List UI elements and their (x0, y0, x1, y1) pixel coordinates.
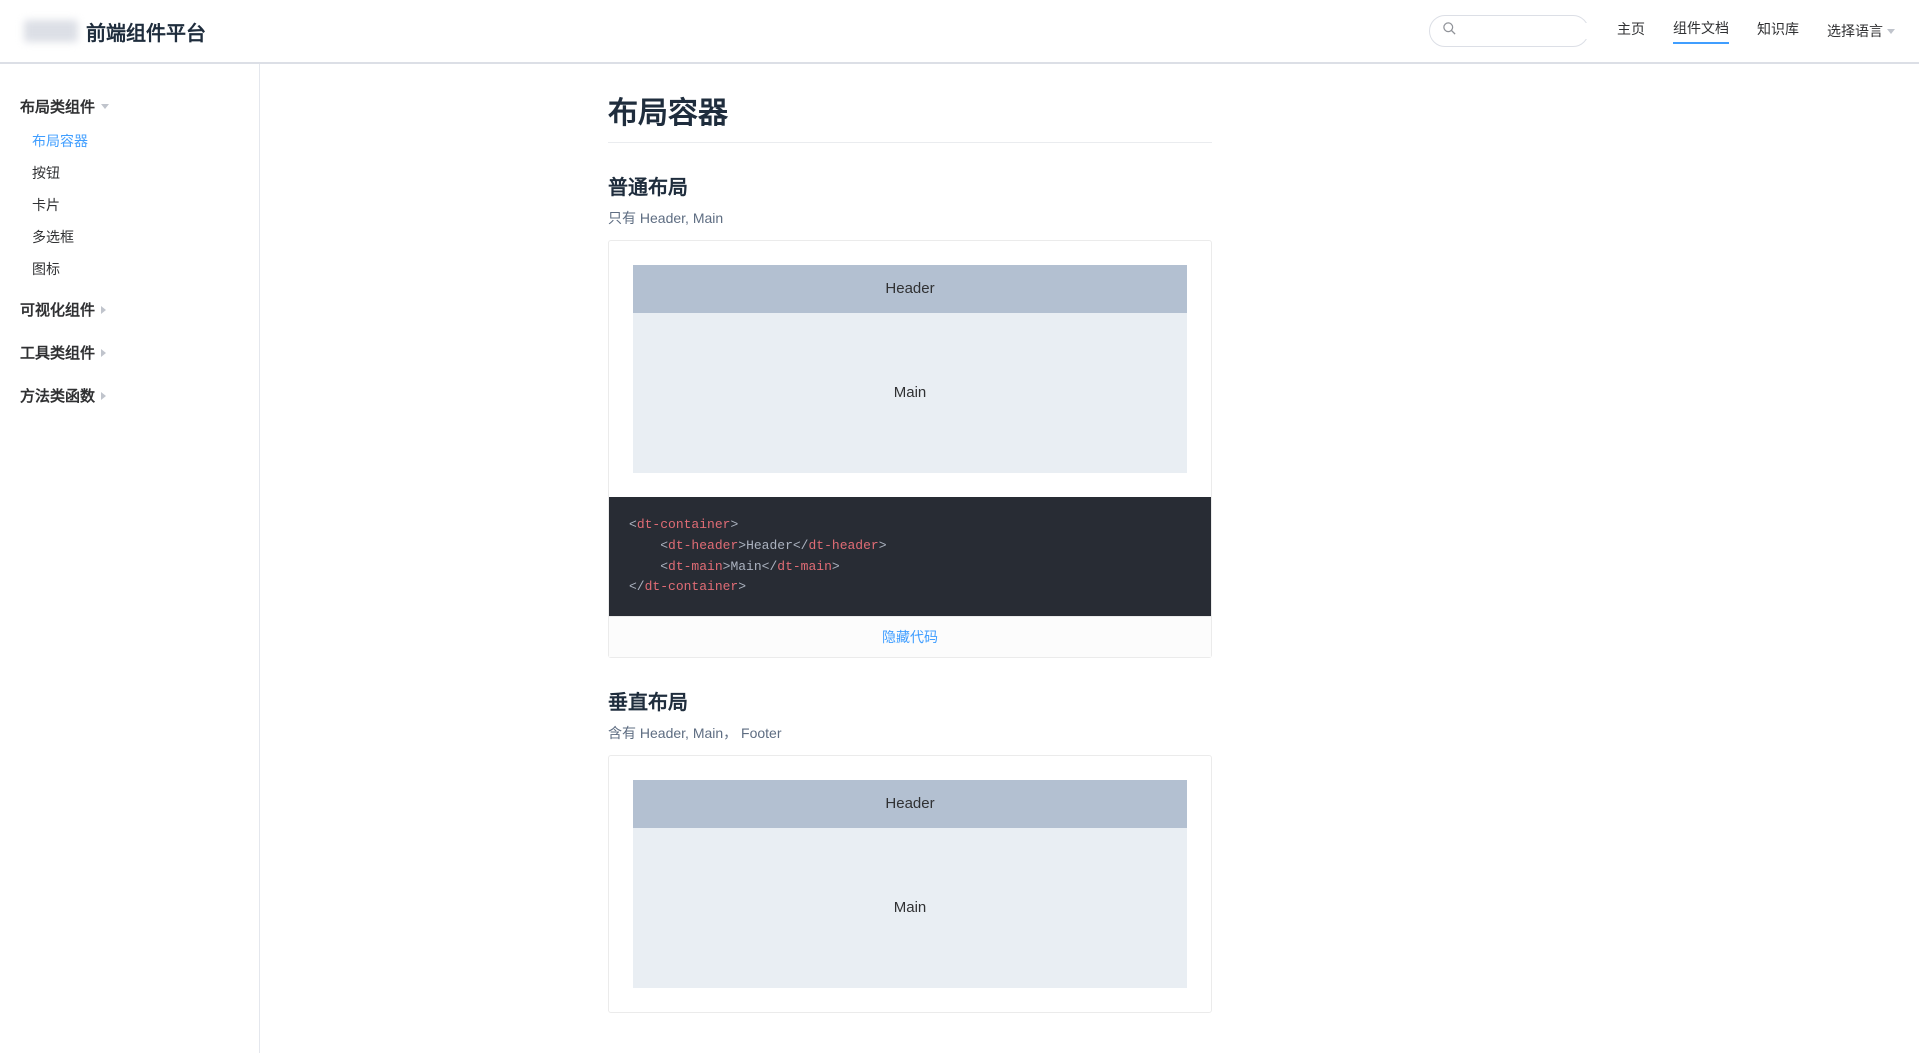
chevron-down-icon (1887, 29, 1895, 34)
chevron-down-icon (101, 104, 109, 109)
logo-badge (24, 20, 78, 42)
sidebar-group-布局类组件[interactable]: 布局类组件 (20, 88, 259, 125)
layout-header: Header (633, 780, 1187, 828)
sidebar-group-label: 布局类组件 (20, 96, 95, 117)
lang-label: 选择语言 (1827, 21, 1883, 41)
demo-box: HeaderMain<dt-container> <dt-header>Head… (608, 240, 1212, 658)
page-title: 布局容器 (608, 88, 1212, 132)
site-logo: 前端组件平台 (24, 17, 206, 46)
layout-main: Main (633, 828, 1187, 988)
sidebar-item-图标[interactable]: 图标 (32, 253, 259, 285)
code-block: <dt-container> <dt-header>Header</dt-hea… (609, 497, 1211, 616)
chevron-right-icon (101, 349, 106, 357)
demo-preview: HeaderMain (609, 241, 1211, 497)
search-box[interactable] (1429, 15, 1589, 47)
sidebar: 布局类组件布局容器按钮卡片多选框图标可视化组件工具类组件方法类函数 (0, 64, 260, 1053)
sidebar-group-label: 工具类组件 (20, 342, 95, 363)
nav-kb[interactable]: 知识库 (1757, 19, 1799, 43)
sidebar-item-多选框[interactable]: 多选框 (32, 221, 259, 253)
layout-main: Main (633, 313, 1187, 473)
sidebar-item-按钮[interactable]: 按钮 (32, 157, 259, 189)
search-icon (1442, 21, 1457, 41)
section-desc: 只有 Header, Main (608, 208, 1212, 228)
section-heading: 普通布局 (608, 171, 1212, 200)
sidebar-group-可视化组件[interactable]: 可视化组件 (20, 291, 259, 328)
lang-select[interactable]: 选择语言 (1827, 21, 1895, 41)
sidebar-group-label: 可视化组件 (20, 299, 95, 320)
sidebar-item-布局容器[interactable]: 布局容器 (32, 125, 259, 157)
chevron-right-icon (101, 392, 106, 400)
nav-home[interactable]: 主页 (1617, 19, 1645, 43)
layout-header: Header (633, 265, 1187, 313)
top-header: 前端组件平台 主页 组件文档 知识库 选择语言 (0, 0, 1919, 64)
sidebar-item-卡片[interactable]: 卡片 (32, 189, 259, 221)
sidebar-group-工具类组件[interactable]: 工具类组件 (20, 334, 259, 371)
site-title: 前端组件平台 (86, 17, 206, 46)
hide-code-button[interactable]: 隐藏代码 (609, 616, 1211, 657)
sidebar-group-label: 方法类函数 (20, 385, 95, 406)
divider (608, 142, 1212, 143)
chevron-right-icon (101, 306, 106, 314)
section-desc: 含有 Header, Main， Footer (608, 723, 1212, 743)
demo-preview: HeaderMain (609, 756, 1211, 1012)
nav-docs[interactable]: 组件文档 (1673, 18, 1729, 44)
main-content: 布局容器 普通布局只有 Header, MainHeaderMain<dt-co… (260, 64, 1919, 1053)
sidebar-group-方法类函数[interactable]: 方法类函数 (20, 377, 259, 414)
section-heading: 垂直布局 (608, 686, 1212, 715)
header-right: 主页 组件文档 知识库 选择语言 (1429, 15, 1895, 47)
demo-box: HeaderMain (608, 755, 1212, 1013)
